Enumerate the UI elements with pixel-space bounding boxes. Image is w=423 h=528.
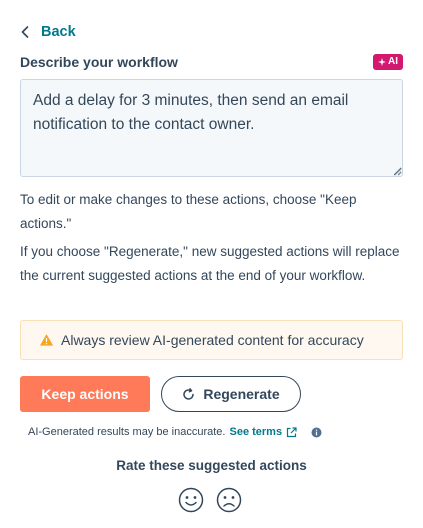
- keep-actions-button[interactable]: Keep actions: [20, 376, 150, 412]
- ai-badge: AI: [373, 54, 403, 70]
- rate-title: Rate these suggested actions: [116, 458, 307, 473]
- info-icon[interactable]: [311, 427, 322, 438]
- external-link-icon[interactable]: [286, 426, 297, 438]
- see-terms-link[interactable]: See terms: [229, 426, 282, 438]
- prompt-label-row: Describe your workflow AI: [20, 52, 403, 72]
- alert-text: Always review AI-generated content for a…: [61, 332, 364, 348]
- back-label: Back: [41, 24, 76, 40]
- frown-face-icon[interactable]: [216, 487, 242, 513]
- rating-faces: [178, 487, 242, 513]
- ai-badge-label: AI: [388, 56, 398, 67]
- regenerate-help-text: If you choose "Regenerate," new suggeste…: [20, 244, 400, 283]
- prompt-label: Describe your workflow: [20, 54, 178, 70]
- regenerate-button[interactable]: Regenerate: [161, 376, 301, 412]
- regenerate-label: Regenerate: [203, 386, 280, 402]
- chevron-left-icon: [21, 26, 29, 38]
- ai-review-alert: Always review AI-generated content for a…: [20, 320, 403, 360]
- warning-icon: [40, 334, 53, 346]
- disclaimer-text: AI-Generated results may be inaccurate.: [28, 426, 226, 438]
- back-link[interactable]: Back: [21, 22, 76, 42]
- refresh-icon: [183, 387, 195, 400]
- ai-disclaimer: AI-Generated results may be inaccurate. …: [28, 423, 322, 441]
- edit-help-text: To edit or make changes to these actions…: [20, 192, 357, 231]
- sparkle-icon: [378, 58, 386, 66]
- smile-face-icon[interactable]: [178, 487, 204, 513]
- workflow-description-input[interactable]: Add a delay for 3 minutes, then send an …: [20, 79, 403, 177]
